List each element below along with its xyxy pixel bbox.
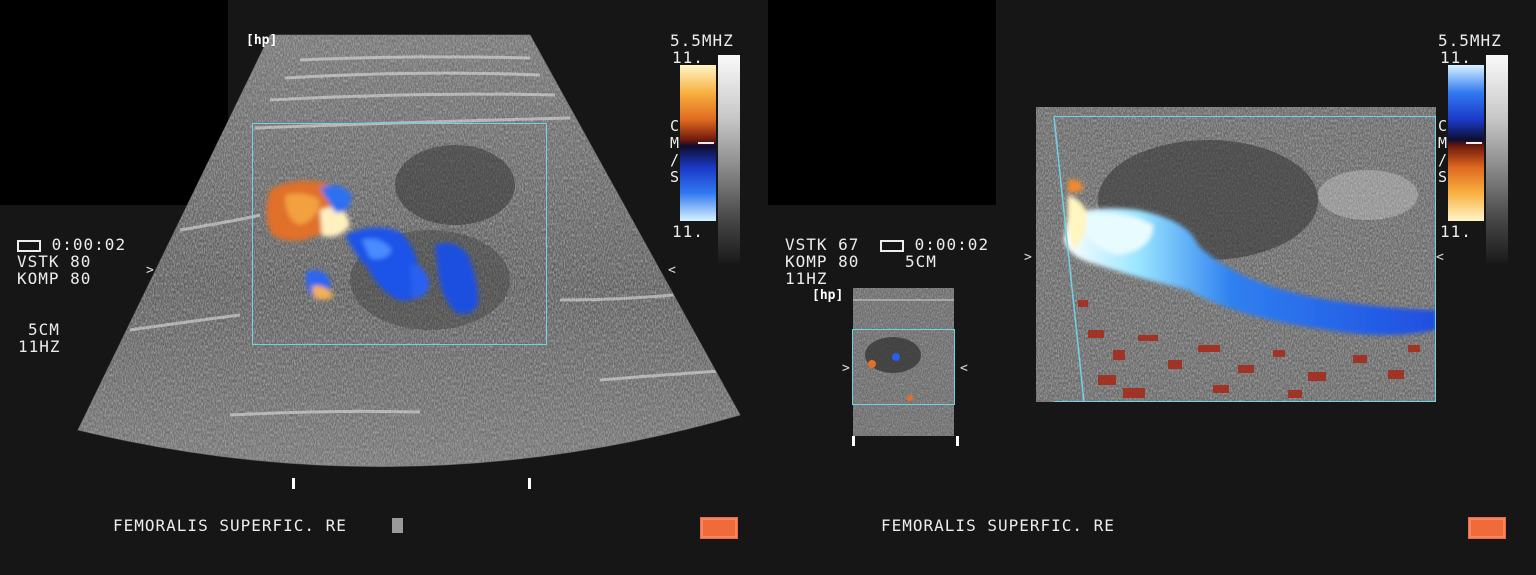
unit-m: M — [1438, 134, 1448, 152]
scale-top-label: 11. — [672, 48, 704, 67]
timer-row: 0:00:02 — [17, 236, 126, 253]
unit-c: C — [670, 117, 680, 135]
depth-tick — [292, 478, 295, 489]
depth-tick — [528, 478, 531, 489]
right-ultrasound-panel: [hp] 5.5MHZ 11. 11. C M / S VSTK 67 0:00… — [768, 0, 1536, 575]
komp-label: KOMP 80 — [17, 269, 92, 288]
timer-row: 0:00:02 — [880, 236, 989, 253]
grayscale-bar — [718, 55, 740, 263]
color-roi-box[interactable] — [252, 123, 547, 345]
scale-top-label: 11. — [1440, 48, 1472, 67]
caption-label: FEMORALIS SUPERFIC. RE — [881, 516, 1115, 535]
inset-focus-left-icon: > — [842, 361, 850, 376]
framerate-label: 11HZ — [785, 269, 828, 288]
inset-focus-right-icon: < — [960, 361, 968, 376]
text-cursor — [392, 518, 403, 533]
baseline-marker — [698, 142, 714, 144]
probe-badge: [hp] — [812, 288, 844, 303]
baseline-marker — [1466, 142, 1482, 144]
record-indicator[interactable] — [700, 517, 738, 539]
komp-label: KOMP 80 — [785, 252, 860, 271]
focus-marker-right-icon: < — [668, 263, 676, 278]
depth-tick — [956, 436, 959, 446]
unit-m: M — [670, 134, 680, 152]
vstk-label: VSTK 80 — [17, 252, 92, 271]
unit-s: S — [1438, 168, 1448, 186]
cine-icon — [880, 239, 904, 252]
grayscale-bar — [1486, 55, 1508, 263]
depth-label: 5CM — [28, 320, 60, 339]
cine-icon — [17, 239, 41, 252]
frequency-label: 5.5MHZ — [1438, 31, 1502, 50]
focus-marker-left-icon: > — [1024, 250, 1032, 265]
depth-tick — [852, 436, 855, 446]
focus-marker-right-icon: < — [1436, 250, 1444, 265]
unit-c: C — [1438, 117, 1448, 135]
focus-marker-left-icon: > — [146, 263, 154, 278]
inset-roi-box[interactable] — [852, 329, 955, 405]
unit-slash: / — [1438, 151, 1448, 169]
left-ultrasound-panel: [hp] 5.5MHZ 11. 11. C M / S 0:00:02 VSTK… — [0, 0, 768, 575]
scale-bottom-label: 11. — [672, 222, 704, 241]
frequency-label: 5.5MHZ — [670, 31, 734, 50]
caption-label: FEMORALIS SUPERFIC. RE — [113, 516, 347, 535]
unit-s: S — [670, 168, 680, 186]
color-roi-box[interactable] — [1054, 116, 1436, 402]
framerate-label: 11HZ — [18, 337, 61, 356]
depth-label: 5CM — [905, 252, 937, 271]
unit-slash: / — [670, 151, 680, 169]
probe-badge: [hp] — [246, 33, 278, 48]
scale-bottom-label: 11. — [1440, 222, 1472, 241]
vstk-label: VSTK 67 — [785, 235, 860, 254]
record-indicator[interactable] — [1468, 517, 1506, 539]
